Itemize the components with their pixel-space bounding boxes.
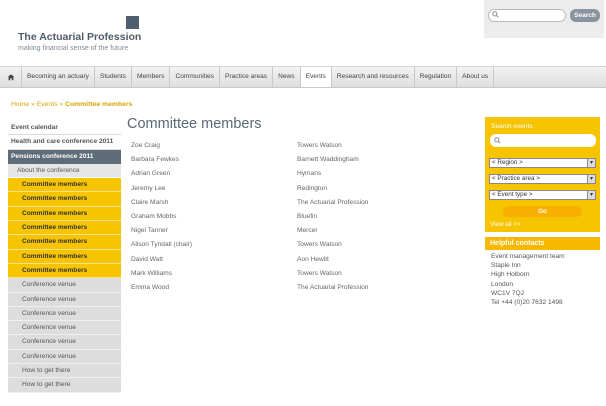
search-icon: [494, 137, 501, 144]
contact-line: Tel +44 (0)20 7632 1498: [491, 299, 563, 307]
chevron-down-icon: ▼: [587, 175, 595, 183]
sidebar-item-health-and-care-conference[interactable]: Health and care conference 2011: [8, 135, 121, 150]
sidebar-item-conference-venue[interactable]: Conference venue: [8, 349, 121, 365]
sidebar-item-conference-venue[interactable]: Conference venue: [8, 335, 121, 350]
breadcrumb: Home » Events » Committee members: [11, 101, 132, 108]
member-organisation: Aon Hewitt: [297, 255, 329, 263]
member-organisation: Barnett Waddingham: [297, 156, 359, 164]
member-name: Barbara Fewkes: [131, 156, 180, 164]
member-name: David Watt: [131, 255, 163, 263]
member-name: Zoe Craig: [131, 142, 160, 149]
nav-item-about-us[interactable]: About us: [457, 67, 495, 87]
breadcrumb-events[interactable]: Events: [37, 101, 58, 108]
contact-line: Staple Inn: [491, 262, 521, 270]
sidebar-item-event-calendar[interactable]: Event calendar: [8, 121, 121, 136]
contact-line: London: [491, 280, 514, 288]
member-name: Adrian Green: [131, 170, 171, 178]
brand-tagline: making financial sense of the future: [18, 45, 129, 52]
chevron-down-icon: ▼: [587, 191, 595, 199]
sidebar-item-conference-venue[interactable]: Conference venue: [8, 292, 121, 307]
sidebar-item-how-to-get-there[interactable]: How to get there: [8, 364, 121, 379]
nav-item-news[interactable]: News: [273, 67, 301, 87]
sidebar-item-pensions-conference[interactable]: Pensions conference 2011: [8, 149, 121, 164]
event-type-select-value: < Event type >: [492, 191, 533, 198]
sidebar-item-conference-venue[interactable]: Conference venue: [8, 278, 121, 293]
region-select[interactable]: < Region > ▼: [489, 158, 596, 168]
home-icon: [7, 74, 14, 81]
member-organisation: Towers Watson: [297, 142, 342, 149]
nav-item-students[interactable]: Students: [95, 67, 132, 87]
search-events-title: Search events: [491, 123, 533, 130]
nav-item-regulation[interactable]: Regulation: [415, 67, 458, 87]
contact-line: Event management team: [491, 253, 565, 260]
event-type-select[interactable]: < Event type > ▼: [489, 190, 596, 200]
breadcrumb-separator: »: [31, 101, 35, 108]
nav-item-practice-areas[interactable]: Practice areas: [220, 67, 274, 87]
nav-item-events[interactable]: Events: [300, 67, 332, 87]
search-button[interactable]: Search: [570, 9, 600, 22]
member-organisation: Bluefin: [297, 212, 318, 220]
logo-square-icon: [126, 16, 139, 29]
sidebar-item-committee-members[interactable]: Committee members: [8, 249, 121, 264]
member-name: Nigel Tanner: [131, 227, 168, 235]
sidebar-item-conference-venue[interactable]: Conference venue: [8, 306, 121, 322]
member-organisation: The Actuarial Profession: [297, 283, 369, 291]
sidebar-item-committee-members[interactable]: Committee members: [8, 221, 121, 236]
sidebar-item-committee-members[interactable]: Committee members: [8, 206, 121, 222]
sidebar: Event calendar Health and care conferenc…: [8, 121, 121, 393]
member-organisation: Towers Watson: [297, 269, 342, 277]
sidebar-item-about-the-conference[interactable]: About the conference: [8, 163, 121, 179]
helpful-contacts-heading: Helpful contacts: [485, 237, 600, 250]
brand-title: The Actuarial Profession: [18, 31, 142, 43]
member-organisation: Mercer: [297, 227, 318, 235]
nav-item-communities[interactable]: Communities: [170, 67, 220, 87]
breadcrumb-separator: »: [59, 101, 64, 108]
events-search-input[interactable]: [490, 134, 596, 147]
site-search: Search: [484, 0, 604, 38]
member-name: Emma Wood: [131, 283, 169, 291]
practice-area-select[interactable]: < Practice area > ▼: [489, 174, 596, 184]
member-organisation: Redington: [297, 184, 328, 192]
page-title: Committee members: [127, 116, 262, 132]
member-organisation: Towers Watson: [297, 241, 342, 249]
nav-item-research-and-resources[interactable]: Research and resources: [332, 67, 415, 87]
member-name: Jeremy Lee: [131, 184, 166, 192]
member-name: Graham Mobbs: [131, 212, 177, 220]
search-icon: [492, 11, 499, 18]
sidebar-item-committee-members[interactable]: Committee members: [8, 263, 121, 279]
member-name: Mark Williams: [131, 269, 173, 277]
search-events-panel: Search events < Region > ▼ < Practice ar…: [485, 117, 600, 232]
member-name: Alison Tyndall (chair): [131, 241, 193, 249]
helpful-contacts: Event management team Staple Inn High Ho…: [491, 252, 565, 307]
member-name: Claire Marsh: [131, 198, 169, 206]
sidebar-item-how-to-get-there[interactable]: How to get there: [8, 378, 121, 393]
main-nav: Becoming an actuary Students Members Com…: [0, 66, 606, 88]
contact-line: High Holborn: [491, 271, 530, 279]
chevron-down-icon: ▼: [587, 159, 595, 167]
go-button[interactable]: Go: [503, 206, 582, 217]
nav-home[interactable]: [0, 67, 22, 87]
nav-item-becoming-an-actuary[interactable]: Becoming an actuary: [22, 67, 95, 87]
practice-area-select-value: < Practice area >: [492, 175, 540, 182]
sidebar-item-committee-members[interactable]: Committee members: [8, 235, 121, 250]
search-input[interactable]: [488, 9, 566, 22]
sidebar-item-committee-members[interactable]: Committee members: [8, 178, 121, 193]
region-select-value: < Region >: [492, 159, 523, 166]
breadcrumb-home[interactable]: Home: [11, 101, 29, 108]
breadcrumb-current: Committee members: [65, 101, 133, 108]
view-all-link[interactable]: View all >>: [490, 221, 521, 228]
member-organisation: The Actuarial Profession: [297, 198, 369, 206]
member-organisation: Hymans: [297, 170, 322, 178]
sidebar-item-committee-members[interactable]: Committee members: [8, 192, 121, 207]
sidebar-item-conference-venue[interactable]: Conference venue: [8, 321, 121, 336]
contact-line: WC1V 7QJ: [491, 289, 524, 297]
nav-item-members[interactable]: Members: [132, 67, 171, 87]
